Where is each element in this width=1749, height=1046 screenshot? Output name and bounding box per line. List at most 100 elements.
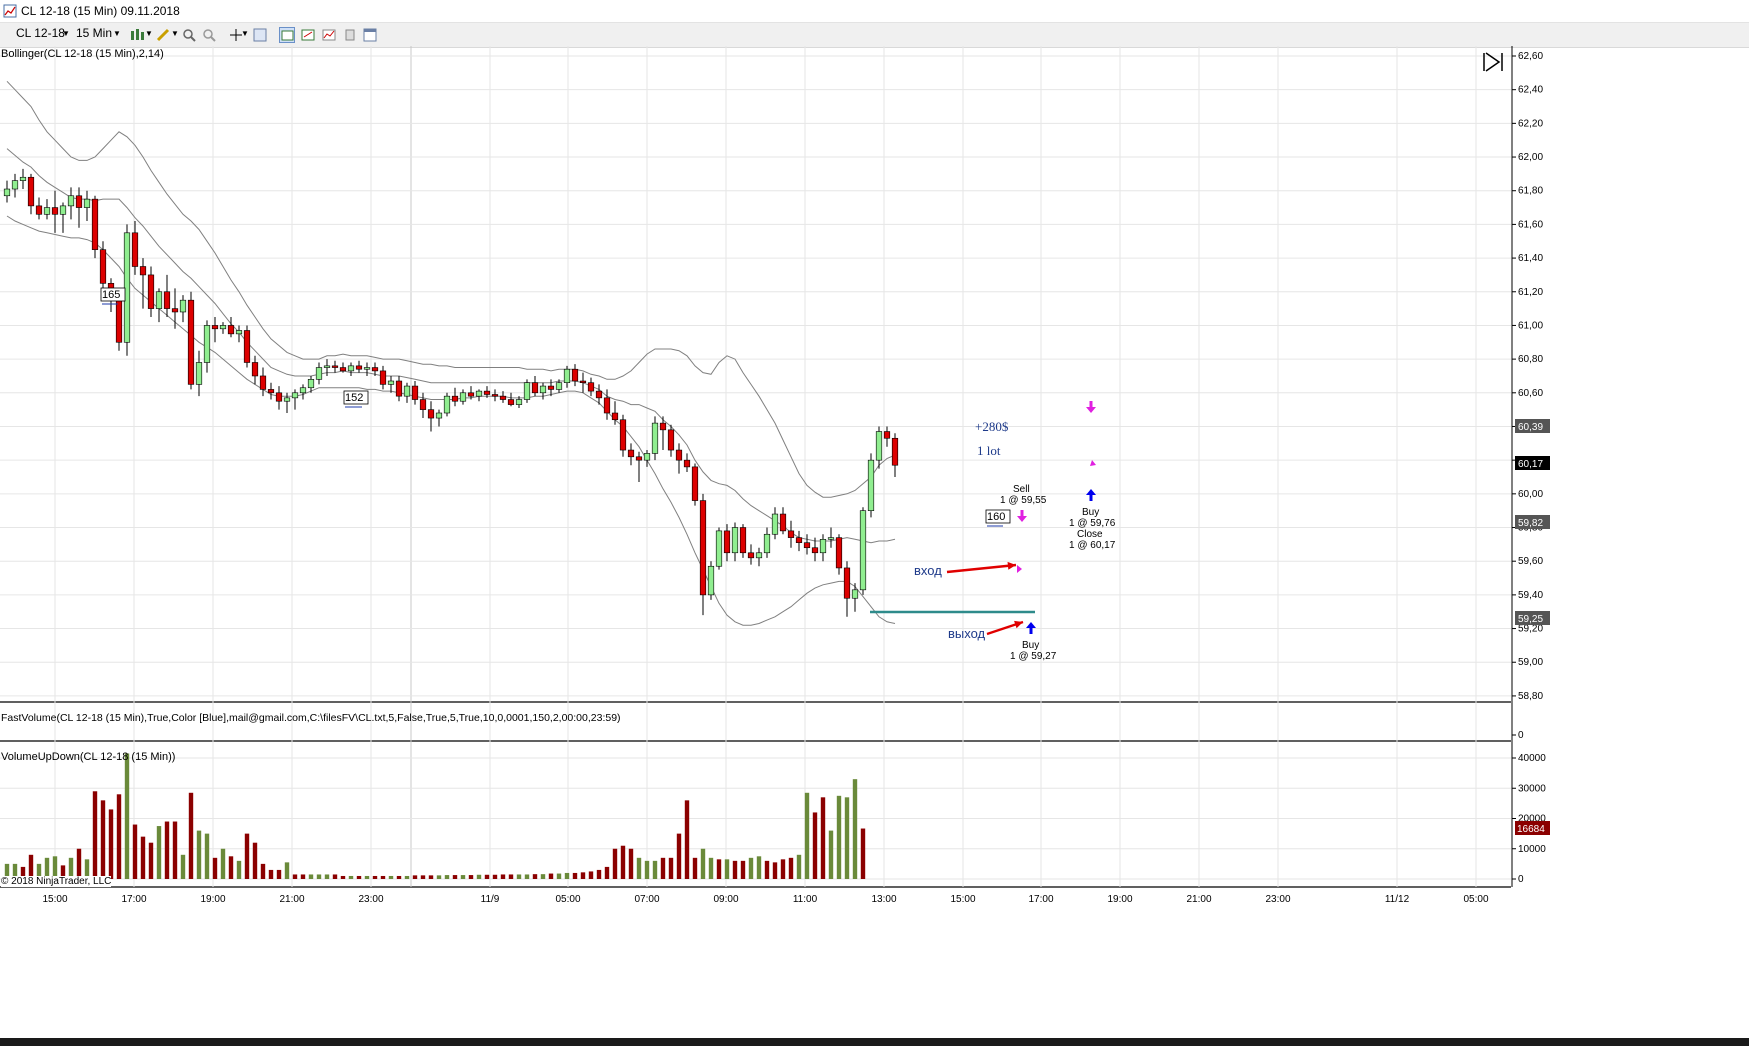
- volume-bar: [460, 875, 466, 879]
- candle: [835, 537, 843, 569]
- candle: [867, 459, 875, 511]
- candle: [555, 382, 563, 390]
- candle: [59, 205, 67, 215]
- volume-bar: [724, 859, 730, 879]
- y-tick-label: 58,80: [1518, 691, 1543, 702]
- x-tick-label: 19:00: [200, 894, 225, 905]
- y-tick-label: 59,40: [1518, 590, 1543, 601]
- sell-arrow-head: [1086, 407, 1096, 413]
- volume-bar: [772, 862, 778, 879]
- trade-label: Close: [1077, 529, 1103, 540]
- candle: [875, 431, 883, 461]
- bollinger-middle-band: [6, 148, 896, 544]
- y-tick-label: 61,20: [1518, 287, 1543, 298]
- volume-bar: [172, 821, 178, 879]
- volume-bar: [764, 860, 770, 879]
- volume-bar: [508, 874, 514, 879]
- candle: [251, 362, 259, 377]
- volume-bar: [388, 875, 394, 879]
- volume-bar: [732, 860, 738, 879]
- y-tick-label: 62,00: [1518, 152, 1543, 163]
- candle: [579, 380, 587, 383]
- volume-bar: [788, 857, 794, 879]
- volume-bar: [92, 791, 98, 879]
- volume-bar: [436, 875, 442, 879]
- candle: [99, 249, 107, 284]
- exit-marker: [1090, 460, 1096, 466]
- volume-bar: [540, 874, 546, 879]
- candle: [883, 431, 891, 439]
- candle: [675, 449, 683, 461]
- y-tick-label: 59,60: [1518, 556, 1543, 567]
- bollinger-lower-band: [6, 215, 896, 626]
- volume-bar: [516, 874, 522, 879]
- y-tick-label: 61,00: [1518, 320, 1543, 331]
- volume-bar: [564, 872, 570, 879]
- fastvolume-panel-label: FastVolume(CL 12-18 (15 Min),True,Color …: [1, 712, 621, 724]
- candle: [891, 437, 899, 466]
- volume-bar: [348, 875, 354, 879]
- price-flag-label: 59,25: [1518, 614, 1543, 625]
- y-tick-label: 10000: [1518, 844, 1546, 855]
- candle: [619, 419, 627, 451]
- x-tick-label: 11:00: [793, 894, 818, 905]
- volume-bar: [756, 856, 762, 879]
- candle: [147, 274, 155, 309]
- candle: [115, 299, 123, 343]
- volume-bar: [116, 794, 122, 879]
- candle: [451, 395, 459, 402]
- candle: [19, 176, 27, 181]
- volume-bar: [380, 875, 386, 879]
- candle: [267, 389, 275, 394]
- volume-bar: [612, 848, 618, 879]
- candle: [467, 392, 475, 397]
- x-tick-label: 23:00: [358, 894, 383, 905]
- candle: [811, 547, 819, 554]
- candle: [715, 530, 723, 567]
- x-tick-label: 17:00: [121, 894, 146, 905]
- volume-bar: [404, 875, 410, 879]
- y-tick-label: 62,60: [1518, 51, 1543, 62]
- candle: [339, 367, 347, 372]
- candle: [739, 527, 747, 554]
- volume-bar: [844, 797, 850, 879]
- profit-note: +280$: [975, 419, 1009, 434]
- candle: [243, 330, 251, 363]
- volume-bar: [860, 828, 866, 879]
- candle: [395, 380, 403, 397]
- volume-bar: [628, 848, 634, 879]
- volume-bar: [484, 874, 490, 879]
- y-tick-label: 59,20: [1518, 624, 1543, 635]
- candle: [275, 392, 283, 402]
- buy-arrow: [1089, 494, 1093, 501]
- candle: [459, 392, 467, 402]
- window-bottom-bar: [0, 1038, 1749, 1046]
- volume-bar: [684, 800, 690, 879]
- buy-arrow: [1029, 627, 1033, 634]
- candle: [91, 198, 99, 250]
- volume-bar: [420, 875, 426, 879]
- volume-bar: [316, 874, 322, 879]
- volume-bar: [660, 857, 666, 879]
- chart-canvas[interactable]: 15:00 17:00 19:00 21:00 23:00 11/9 05:00 07:00 0…: [0, 0, 1749, 1046]
- candle: [171, 308, 179, 313]
- volume-bar: [748, 857, 754, 879]
- candle: [195, 362, 203, 385]
- candle: [763, 533, 771, 554]
- candle: [659, 422, 667, 431]
- entry-arrow: [946, 563, 1017, 574]
- sell-arrow: [1020, 510, 1024, 517]
- candle: [755, 552, 763, 559]
- x-tick-label: 05:00: [555, 894, 580, 905]
- candle: [795, 537, 803, 543]
- entry-marker: [1017, 565, 1022, 573]
- candle: [475, 390, 483, 397]
- volume-bar: [716, 859, 722, 879]
- candle: [155, 291, 163, 309]
- trade-label: 1 @ 59,27: [1010, 651, 1057, 662]
- volume-bar: [692, 857, 698, 879]
- volume-bar: [324, 874, 330, 879]
- candle: [307, 379, 315, 389]
- y-tick-label: 62,40: [1518, 85, 1543, 96]
- y-tick-label: 61,60: [1518, 219, 1543, 230]
